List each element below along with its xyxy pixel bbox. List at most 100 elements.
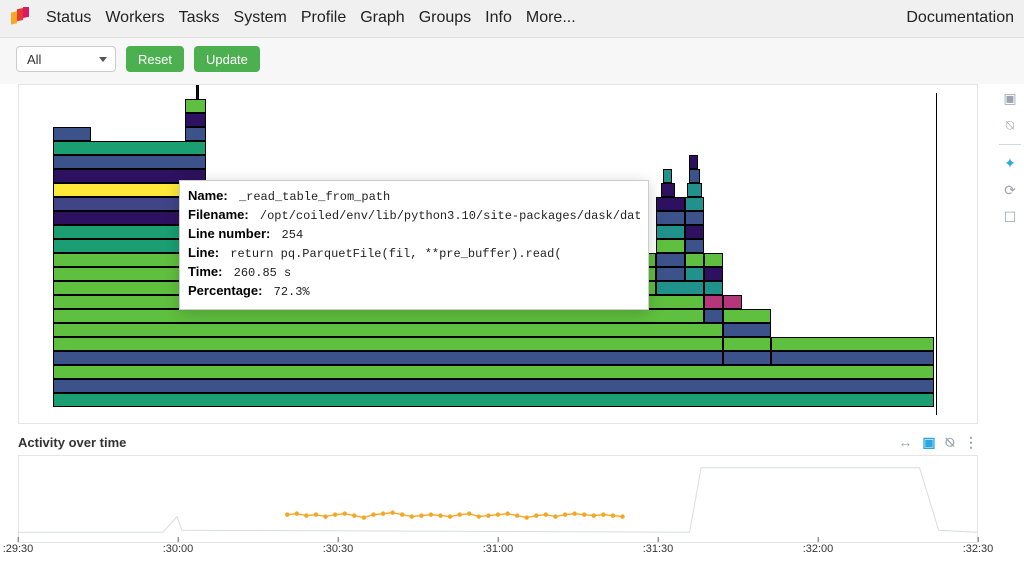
- activity-point: [496, 512, 500, 516]
- plot-tools: ▣ ⍉ ✦ ⟳ ☐: [996, 84, 1024, 567]
- flame-bar[interactable]: [723, 351, 771, 365]
- flame-bar[interactable]: [196, 85, 199, 99]
- reset-icon[interactable]: ⟳: [1004, 182, 1016, 199]
- flame-bar[interactable]: [656, 281, 704, 295]
- pan-icon[interactable]: ↔: [898, 434, 912, 451]
- activity-chart[interactable]: [18, 455, 978, 543]
- box-select-icon[interactable]: ▣: [1003, 90, 1016, 107]
- activity-point: [505, 511, 509, 515]
- activity-point: [343, 511, 347, 515]
- activity-point: [448, 514, 452, 518]
- nav-graph[interactable]: Graph: [360, 9, 404, 27]
- flame-bar[interactable]: [53, 337, 724, 351]
- activity-point: [592, 513, 596, 517]
- nav-groups[interactable]: Groups: [419, 9, 471, 27]
- activity-point: [572, 511, 576, 515]
- flame-bar[interactable]: [656, 239, 685, 253]
- flame-bar[interactable]: [53, 309, 704, 323]
- flame-bar[interactable]: [661, 183, 675, 197]
- box-zoom-icon[interactable]: ▣: [922, 434, 935, 451]
- flame-bar[interactable]: [53, 379, 934, 393]
- activity-point: [285, 512, 289, 516]
- flame-bar[interactable]: [185, 99, 206, 113]
- nav-documentation[interactable]: Documentation: [906, 9, 1014, 27]
- nav-system[interactable]: System: [234, 9, 287, 27]
- flame-bar[interactable]: [53, 323, 724, 337]
- flame-bar[interactable]: [723, 295, 742, 309]
- flame-bar[interactable]: [53, 351, 724, 365]
- flame-row: [19, 141, 977, 155]
- flame-bar[interactable]: [704, 295, 723, 309]
- flame-bar[interactable]: [656, 267, 685, 281]
- reset-button[interactable]: Reset: [126, 46, 184, 72]
- flame-bar[interactable]: [656, 225, 685, 239]
- flame-bar[interactable]: [723, 323, 771, 337]
- flame-graph[interactable]: Name: _read_table_from_path Filename: /o…: [18, 84, 978, 424]
- nav-tasks[interactable]: Tasks: [179, 9, 220, 27]
- update-button[interactable]: Update: [194, 46, 260, 72]
- axis-tick: :30:00: [163, 543, 194, 555]
- flame-bar[interactable]: [53, 155, 206, 169]
- flame-bar[interactable]: [663, 169, 673, 183]
- flame-bar[interactable]: [704, 253, 723, 267]
- activity-baseline: [19, 468, 977, 533]
- activity-point: [295, 511, 299, 515]
- flame-row: [19, 85, 977, 99]
- flame-row: [19, 309, 977, 323]
- flame-bar[interactable]: [723, 337, 771, 351]
- activity-point: [323, 514, 327, 518]
- flame-bar[interactable]: [689, 169, 700, 183]
- flame-bar[interactable]: [704, 267, 723, 281]
- nav-info[interactable]: Info: [485, 9, 512, 27]
- lasso-icon[interactable]: ⍉: [1006, 117, 1014, 134]
- filter-select[interactable]: All: [16, 46, 116, 72]
- flame-row: [19, 323, 977, 337]
- flame-bar[interactable]: [656, 211, 685, 225]
- flame-row: [19, 365, 977, 379]
- flame-row: [19, 155, 977, 169]
- flame-bar[interactable]: [687, 183, 702, 197]
- toolbar: All Reset Update: [0, 38, 1024, 84]
- activity-point: [611, 513, 615, 517]
- axis-tick: :30:30: [323, 543, 354, 555]
- more-icon[interactable]: ⋮: [964, 434, 978, 451]
- activity-point: [601, 512, 605, 516]
- activity-point: [525, 515, 529, 519]
- flame-row: [19, 127, 977, 141]
- zoom-in-icon[interactable]: ⍉: [946, 434, 954, 451]
- flame-bar[interactable]: [53, 127, 91, 141]
- nav-more[interactable]: More...: [526, 9, 576, 27]
- activity-point: [333, 512, 337, 516]
- flame-bar[interactable]: [685, 267, 704, 281]
- flame-bar[interactable]: [656, 253, 685, 267]
- flame-bar[interactable]: [723, 309, 771, 323]
- flame-bar[interactable]: [689, 155, 699, 169]
- flame-bar[interactable]: [53, 365, 934, 379]
- flame-bar[interactable]: [185, 127, 206, 141]
- wheel-zoom-icon[interactable]: ✦: [1004, 155, 1016, 172]
- flame-bar[interactable]: [185, 113, 206, 127]
- flame-bar[interactable]: [53, 393, 934, 407]
- nav-workers[interactable]: Workers: [105, 9, 164, 27]
- activity-point: [362, 515, 366, 519]
- flame-bar[interactable]: [704, 309, 723, 323]
- flame-bar[interactable]: [771, 351, 934, 365]
- nav-profile[interactable]: Profile: [301, 9, 346, 27]
- activity-point: [457, 512, 461, 516]
- dask-logo-icon: [8, 6, 32, 30]
- activity-point: [534, 513, 538, 517]
- flame-bar[interactable]: [685, 225, 704, 239]
- flame-bar[interactable]: [771, 337, 934, 351]
- nav-status[interactable]: Status: [46, 9, 91, 27]
- help-icon[interactable]: ☐: [1004, 209, 1017, 226]
- axis-tick: :32:30: [963, 543, 994, 555]
- flame-bar[interactable]: [685, 239, 704, 253]
- flame-bar[interactable]: [685, 253, 704, 267]
- flame-bar[interactable]: [704, 281, 723, 295]
- flame-bar[interactable]: [685, 197, 704, 211]
- flame-bar[interactable]: [685, 211, 704, 225]
- activity-point: [304, 513, 308, 517]
- flame-bar[interactable]: [53, 141, 206, 155]
- activity-point: [515, 513, 519, 517]
- flame-bar[interactable]: [656, 197, 685, 211]
